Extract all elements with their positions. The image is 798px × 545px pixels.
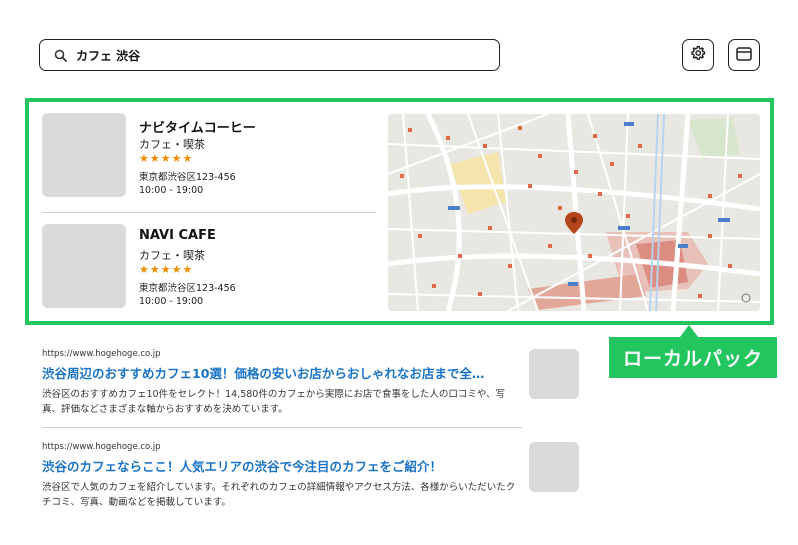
business-name[interactable]: NAVI CAFE: [139, 228, 216, 243]
gear-icon: [690, 45, 706, 65]
search-result[interactable]: https://www.hogehoge.co.jp 渋谷周辺のおすすめカフェ1…: [42, 349, 582, 417]
map[interactable]: [388, 114, 760, 311]
divider: [42, 212, 376, 213]
local-pack-label: ローカルパック: [609, 337, 777, 378]
business-photo[interactable]: [42, 224, 126, 308]
business-address: 東京都渋谷区123-456: [139, 172, 236, 183]
result-title-link[interactable]: 渋谷のカフェならここ！人気エリアの渋谷で今注目のカフェをご紹介！: [42, 456, 518, 475]
result-thumbnail[interactable]: [529, 442, 579, 492]
business-category: カフェ・喫茶: [139, 138, 205, 151]
pack-pointer: [680, 325, 698, 337]
settings-button[interactable]: [682, 39, 714, 71]
result-snippet: 渋谷区のおすすめカフェ10件をセレクト！14,580件のカフェから実際にお店で食…: [42, 389, 506, 415]
search-result[interactable]: https://www.hogehoge.co.jp 渋谷のカフェならここ！人気…: [42, 442, 582, 510]
result-url[interactable]: https://www.hogehoge.co.jp: [42, 442, 582, 452]
business-address: 東京都渋谷区123-456: [139, 283, 236, 294]
business-listing[interactable]: ナビタイムコーヒー カフェ・喫茶 ★★★★★ 東京都渋谷区123-456 10:…: [42, 113, 376, 199]
result-url[interactable]: https://www.hogehoge.co.jp: [42, 349, 582, 359]
window-button[interactable]: [728, 39, 760, 71]
local-pack: ナビタイムコーヒー カフェ・喫茶 ★★★★★ 東京都渋谷区123-456 10:…: [25, 98, 774, 325]
star-rating: ★★★★★: [139, 152, 194, 165]
result-snippet: 渋谷区で人気のカフェを紹介しています。それぞれのカフェの詳細情報やアクセス方法、…: [42, 482, 516, 508]
business-hours: 10:00 - 19:00: [139, 296, 204, 307]
divider: [42, 427, 522, 428]
result-title-link[interactable]: 渋谷周辺のおすすめカフェ10選！価格の安いお店からおしゃれなお店まで全…: [42, 363, 518, 382]
search-query[interactable]: カフェ 渋谷: [76, 47, 140, 64]
search-icon: [54, 48, 68, 62]
search-bar[interactable]: カフェ 渋谷: [39, 39, 500, 71]
business-name[interactable]: ナビタイムコーヒー: [139, 117, 256, 136]
business-photo[interactable]: [42, 113, 126, 197]
business-category: カフェ・喫茶: [139, 249, 205, 262]
business-hours: 10:00 - 19:00: [139, 185, 204, 196]
star-rating: ★★★★★: [139, 263, 194, 276]
browser-window-icon: [736, 46, 752, 65]
result-thumbnail[interactable]: [529, 349, 579, 399]
business-listing[interactable]: NAVI CAFE カフェ・喫茶 ★★★★★ 東京都渋谷区123-456 10:…: [42, 224, 376, 310]
